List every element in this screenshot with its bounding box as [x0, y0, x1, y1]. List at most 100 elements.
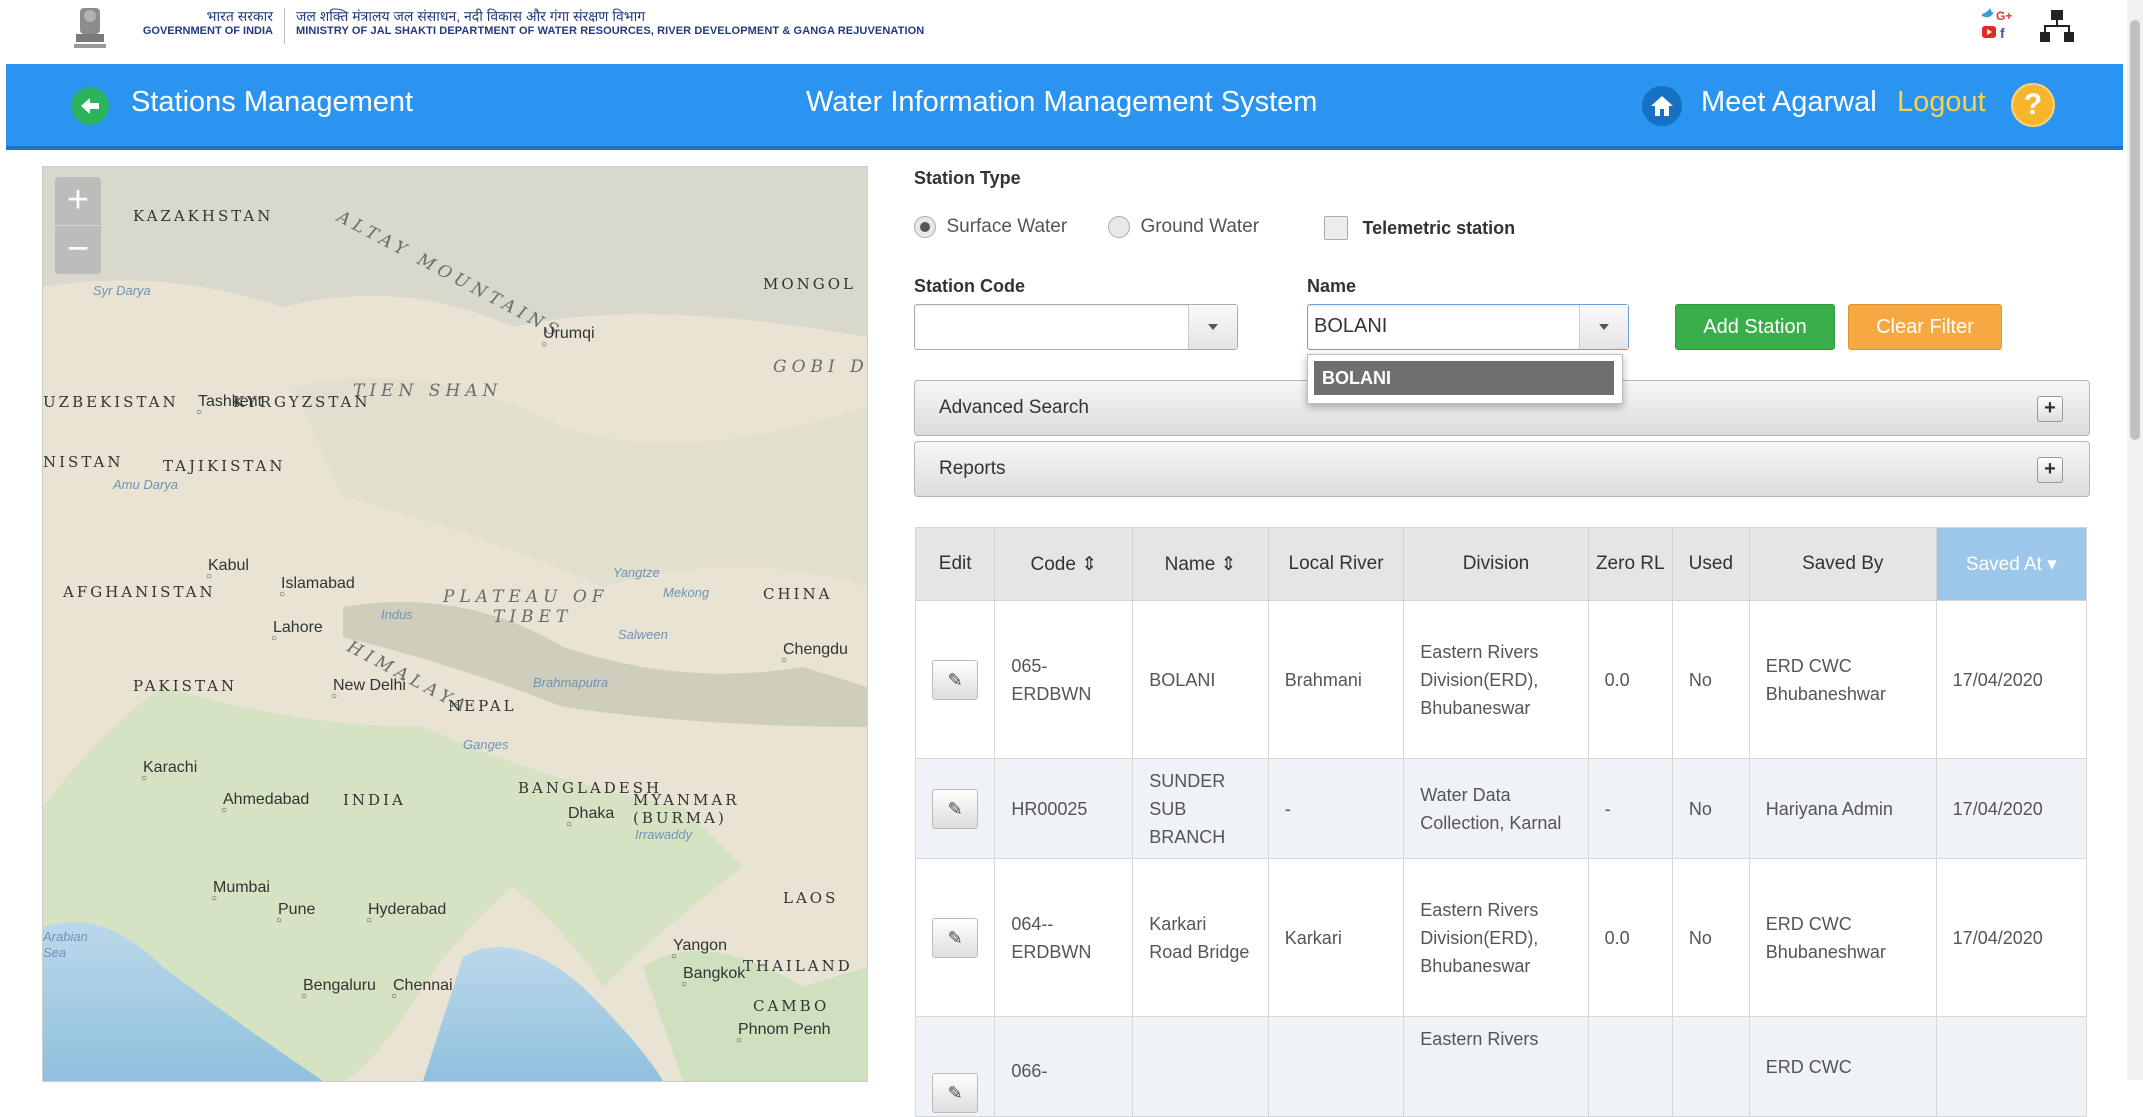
map-label: Bangkok [681, 965, 745, 990]
zoom-in-button[interactable]: + [55, 177, 101, 226]
map-label: Kabul [206, 557, 249, 582]
edit-button[interactable]: ✎ [932, 917, 979, 958]
cell-saved-by: ERD CWC Bhubaneshwar [1748, 600, 1937, 759]
map-label: Dhaka [566, 805, 614, 830]
map-label: KYRGYZSTAN [233, 393, 371, 411]
back-button[interactable] [71, 87, 109, 125]
sitemap-icon[interactable] [2040, 8, 2074, 44]
telemetric-checkbox[interactable] [1324, 216, 1348, 240]
map-label: THAILAND [743, 957, 853, 975]
table-row: ✎ 064--ERDBWN Karkari Road Bridge Karkar… [914, 858, 2088, 1017]
map-label: Arabian [43, 929, 88, 944]
cell-name [1132, 1016, 1269, 1117]
map-label: Hyderabad [366, 901, 446, 926]
ministry-hindi-text: जल शक्ति मंत्रालय जल संसाधन, नदी विकास औ… [296, 8, 646, 24]
map-label: MONGOL [763, 275, 857, 293]
cell-code: 066- [994, 1016, 1134, 1117]
add-station-button[interactable]: Add Station [1675, 304, 1835, 350]
telemetric-label: Telemetric station [1362, 217, 1516, 238]
name-value[interactable]: BOLANI [1314, 315, 1387, 338]
zoom-out-button[interactable]: − [55, 226, 101, 274]
map-label: New Delhi [331, 677, 406, 702]
map-label: Pune [276, 901, 315, 926]
map-label: Karachi [141, 759, 197, 784]
column-header-code[interactable]: Code ⇕ [994, 527, 1134, 601]
government-strip: भारत सरकार GOVERNMENT OF INDIA जल शक्ति … [0, 0, 2125, 64]
map-label: Ganges [463, 737, 509, 752]
map-label: Amu Darya [113, 477, 179, 492]
edit-button[interactable]: ✎ [932, 788, 979, 829]
home-icon [1651, 96, 1673, 116]
social-media-icon[interactable]: G+ f [1980, 6, 2014, 46]
name-select[interactable]: BOLANI [1307, 304, 1629, 350]
map-label: NEPAL [448, 697, 517, 715]
edit-button[interactable]: ✎ [932, 659, 979, 700]
scrollbar-thumb[interactable] [2130, 20, 2140, 440]
cell-used: No [1671, 858, 1750, 1017]
column-header-saved-at[interactable]: Saved At ▾ [1935, 527, 2088, 601]
map-label: Mekong [663, 585, 710, 600]
surface-water-radio[interactable] [914, 216, 936, 238]
map-label: Brahmaputra [533, 675, 609, 690]
surface-water-option[interactable]: Surface Water [914, 216, 1067, 238]
ministry-english-text: MINISTRY OF JAL SHAKTI DEPARTMENT OF WAT… [296, 25, 925, 37]
cell-zero-rl [1587, 1016, 1673, 1117]
ground-water-option[interactable]: Ground Water [1108, 216, 1259, 238]
expand-icon[interactable]: + [2037, 457, 2063, 483]
map-label: INDIA [343, 791, 406, 809]
edit-button[interactable]: ✎ [932, 1073, 979, 1113]
cell-code: 065-ERDBWN [994, 600, 1134, 759]
cell-division: Eastern Rivers Division(ERD), Bhubaneswa… [1403, 600, 1589, 759]
column-header-zero-rl: Zero RL [1587, 527, 1673, 601]
cell-name: SUNDER SUB BRANCH [1132, 758, 1269, 859]
logout-link[interactable]: Logout [1897, 86, 1986, 119]
cell-division: Water Data Collection, Karnal [1403, 758, 1589, 859]
clear-filter-button[interactable]: Clear Filter [1848, 304, 2002, 350]
map-label: PLATEAU OF [443, 587, 609, 607]
stations-map[interactable]: + − KAZAKHSTAN ALTAY MOUNTAINS MONGOL Syr D… [42, 166, 868, 1082]
gov-english-text: GOVERNMENT OF INDIA [142, 25, 273, 37]
home-button[interactable] [1642, 86, 1682, 126]
cell-code: 064--ERDBWN [994, 858, 1134, 1017]
cell-name: BOLANI [1132, 600, 1269, 759]
chevron-down-icon[interactable] [1188, 305, 1237, 349]
help-button[interactable]: ? [2011, 83, 2055, 127]
map-label: Chengdu [781, 641, 848, 666]
map-label: Salween [618, 627, 668, 642]
cell-local-river: - [1267, 758, 1405, 859]
map-label: Lahore [271, 619, 323, 644]
page-scrollbar[interactable] [2127, 0, 2143, 1080]
reports-title: Reports [939, 458, 1006, 479]
divider [284, 8, 285, 44]
surface-water-label: Surface Water [946, 216, 1068, 237]
ground-water-radio[interactable] [1108, 216, 1130, 238]
station-code-select[interactable] [914, 304, 1238, 350]
cell-used [1671, 1016, 1750, 1117]
map-background [43, 167, 867, 1081]
map-label: CHINA [763, 585, 833, 603]
cell-used: No [1671, 758, 1750, 859]
telemetric-option[interactable]: Telemetric station [1324, 216, 1515, 240]
reports-panel[interactable]: Reports + [914, 441, 2090, 497]
svg-text:G+: G+ [1996, 9, 2012, 23]
column-header-saved-by: Saved By [1748, 527, 1937, 601]
map-label: CAMBO [753, 997, 830, 1015]
map-label: UZBEKISTAN [43, 393, 179, 411]
map-label: Bengaluru [301, 977, 376, 1002]
suggestion-option[interactable]: BOLANI [1314, 361, 1614, 395]
page-title: Stations Management [131, 86, 414, 118]
map-label: AFGHANISTAN [63, 583, 216, 601]
map-label: KAZAKHSTAN [133, 207, 274, 225]
chevron-down-icon[interactable] [1579, 305, 1628, 349]
map-label: Phnom Penh [736, 1021, 831, 1046]
station-type-label: Station Type [914, 168, 1021, 188]
map-label: PAKISTAN [133, 677, 238, 695]
expand-icon[interactable]: + [2037, 396, 2063, 422]
map-label: TAJIKISTAN [163, 457, 286, 475]
table-row: ✎ HR00025 SUNDER SUB BRANCH - Water Data… [914, 758, 2088, 859]
column-header-name[interactable]: Name ⇕ [1132, 527, 1269, 601]
column-header-division: Division [1403, 527, 1589, 601]
cell-code: HR00025 [994, 758, 1134, 859]
map-label: LAOS [783, 889, 839, 907]
arrow-left-icon [81, 98, 99, 114]
